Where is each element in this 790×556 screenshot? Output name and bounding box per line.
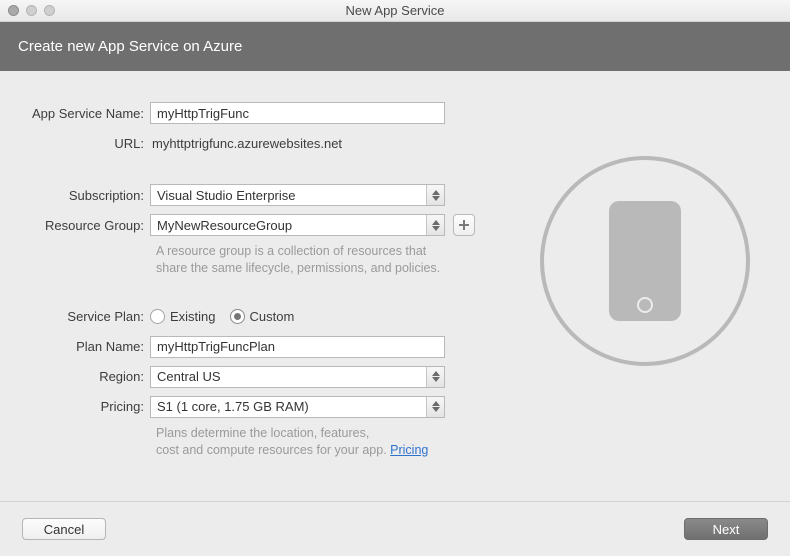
resource-group-value[interactable]: MyNewResourceGroup: [150, 214, 445, 236]
form-area: App Service Name: URL: myhttptrigfunc.az…: [0, 71, 790, 499]
phone-icon: [609, 201, 681, 321]
circle-icon: [540, 156, 750, 366]
radio-icon: [230, 309, 245, 324]
subscription-select[interactable]: Visual Studio Enterprise: [150, 184, 445, 206]
url-value: myhttptrigfunc.azurewebsites.net: [150, 136, 342, 151]
window-controls[interactable]: [0, 5, 55, 16]
radio-label-custom: Custom: [250, 309, 295, 324]
chevron-updown-icon: [426, 397, 444, 417]
service-plan-custom-radio[interactable]: Custom: [230, 309, 295, 324]
chevron-updown-icon: [426, 215, 444, 235]
label-subscription: Subscription:: [20, 188, 150, 203]
chevron-updown-icon: [426, 367, 444, 387]
label-plan-name: Plan Name:: [20, 339, 150, 354]
next-button[interactable]: Next: [684, 518, 768, 540]
service-plan-existing-radio[interactable]: Existing: [150, 309, 216, 324]
label-resource-group: Resource Group:: [20, 218, 150, 233]
dialog-footer: Cancel Next: [0, 501, 790, 556]
chevron-updown-icon: [426, 185, 444, 205]
plus-icon: [458, 219, 470, 231]
window-titlebar: New App Service: [0, 0, 790, 22]
phone-illustration: [540, 156, 750, 366]
pricing-select-value: S1 (1 core, 1.75 GB RAM): [150, 396, 445, 418]
window-title: New App Service: [0, 3, 790, 18]
resource-group-help: A resource group is a collection of reso…: [156, 243, 486, 277]
dialog-header: Create new App Service on Azure: [0, 22, 790, 71]
plan-name-input[interactable]: [150, 336, 445, 358]
minimize-window-icon[interactable]: [26, 5, 37, 16]
label-url: URL:: [20, 136, 150, 151]
app-service-name-input[interactable]: [150, 102, 445, 124]
pricing-select[interactable]: S1 (1 core, 1.75 GB RAM): [150, 396, 445, 418]
pricing-help: Plans determine the location, features, …: [156, 425, 486, 459]
radio-icon: [150, 309, 165, 324]
pricing-link[interactable]: Pricing: [390, 443, 428, 457]
label-app-service-name: App Service Name:: [20, 106, 150, 121]
radio-label-existing: Existing: [170, 309, 216, 324]
add-resource-group-button[interactable]: [453, 214, 475, 236]
label-pricing: Pricing:: [20, 399, 150, 414]
region-select[interactable]: Central US: [150, 366, 445, 388]
label-service-plan: Service Plan:: [20, 309, 150, 324]
page-title: Create new App Service on Azure: [18, 38, 242, 55]
resource-group-combo[interactable]: MyNewResourceGroup: [150, 214, 445, 236]
subscription-select-value: Visual Studio Enterprise: [150, 184, 445, 206]
region-select-value: Central US: [150, 366, 445, 388]
cancel-button[interactable]: Cancel: [22, 518, 106, 540]
close-window-icon[interactable]: [8, 5, 19, 16]
label-region: Region:: [20, 369, 150, 384]
zoom-window-icon[interactable]: [44, 5, 55, 16]
